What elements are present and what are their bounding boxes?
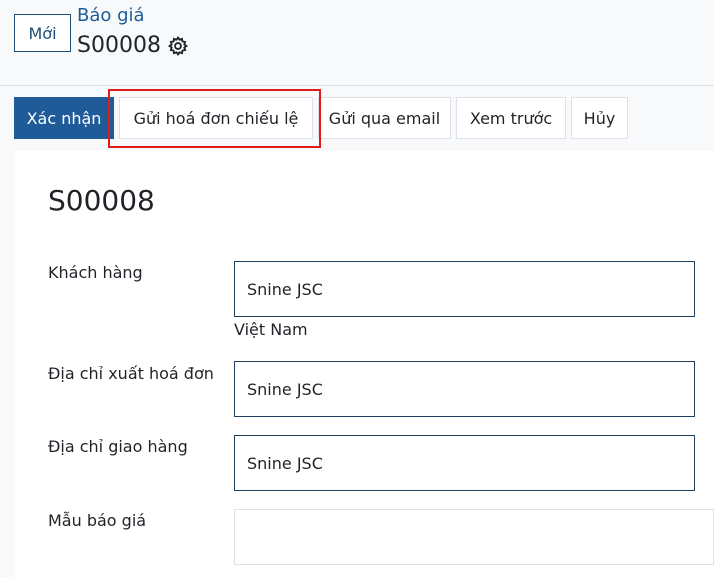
record-title: S00008 xyxy=(77,33,161,58)
customer-field[interactable]: Snine JSC xyxy=(234,261,695,317)
invoice-address-label: Địa chỉ xuất hoá đơn xyxy=(48,364,214,383)
send-by-email-button[interactable]: Gửi qua email xyxy=(318,97,451,139)
control-panel: Mới Báo giá S00008 xyxy=(0,0,714,86)
quotation-template-label: Mẫu báo giá xyxy=(48,511,147,530)
cancel-button[interactable]: Hủy xyxy=(571,97,628,139)
quotation-template-field[interactable] xyxy=(234,509,714,565)
delivery-address-label: Địa chỉ giao hàng xyxy=(48,437,188,456)
delivery-address-field[interactable]: Snine JSC xyxy=(234,435,695,491)
form-title: S00008 xyxy=(48,184,155,217)
preview-button[interactable]: Xem trước xyxy=(456,97,566,139)
form-sheet: S00008 Khách hàng Snine JSC Việt Nam Địa… xyxy=(14,151,714,577)
invoice-address-field[interactable]: Snine JSC xyxy=(234,361,695,417)
gear-icon[interactable] xyxy=(167,35,189,57)
confirm-button[interactable]: Xác nhận xyxy=(14,97,114,139)
customer-country: Việt Nam xyxy=(234,320,308,339)
send-proforma-invoice-button[interactable]: Gửi hoá đơn chiếu lệ xyxy=(119,97,313,139)
new-button[interactable]: Mới xyxy=(14,14,71,52)
action-bar: Xác nhận Gửi hoá đơn chiếu lệ Gửi qua em… xyxy=(14,97,633,139)
breadcrumb-quotations[interactable]: Báo giá xyxy=(77,5,145,26)
customer-label: Khách hàng xyxy=(48,263,143,282)
